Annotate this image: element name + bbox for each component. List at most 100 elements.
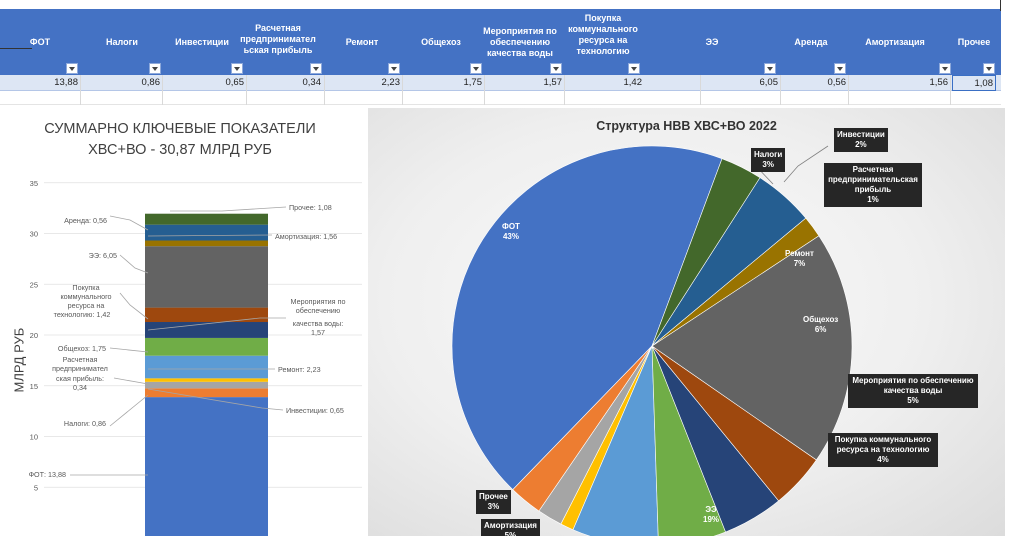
bar-segment[interactable] — [145, 397, 268, 536]
slice-label-remont: Ремонт 7% — [785, 249, 814, 268]
y-tick-label: 30 — [30, 230, 38, 239]
slice-label-investicii: Инвестиции 2% — [834, 128, 888, 152]
filter-dropdown-icon[interactable] — [310, 63, 322, 74]
label-raschetnaya-3: ская прибыль: — [56, 374, 104, 383]
header-raschetnaya-pribyl[interactable]: Расчетная предпринимател ьская прибыль — [238, 9, 318, 75]
leader-line — [170, 206, 287, 212]
header-ee[interactable]: ЭЭ — [692, 9, 732, 75]
leader-line — [113, 377, 149, 385]
label-pokupka-4: технологию: 1,42 — [54, 310, 111, 319]
cell-remont[interactable]: 2,23 — [324, 75, 401, 91]
bar-segment[interactable] — [145, 240, 268, 247]
header-nalogi[interactable]: Налоги — [96, 9, 148, 75]
cell-pokupka[interactable]: 1,42 — [564, 75, 643, 91]
bar-segment[interactable] — [145, 337, 268, 356]
label-raschetnaya-1: Расчетная — [63, 355, 98, 364]
bar-segment[interactable] — [145, 388, 268, 398]
label-nalogi: Налоги: 0,86 — [64, 419, 106, 428]
header-amortizaciya[interactable]: Амортизация — [858, 9, 932, 75]
label-amortizaciya: Амортизация: 1,56 — [275, 232, 337, 241]
label-pokupka-1: Покупка — [72, 283, 99, 292]
gridline — [700, 75, 701, 105]
cell-arenda[interactable]: 0,56 — [780, 75, 847, 91]
label-fot: ФОТ: 13,88 — [29, 470, 66, 479]
filter-dropdown-icon[interactable] — [834, 63, 846, 74]
gridline — [80, 75, 81, 105]
leader-line — [109, 347, 149, 353]
cell-fot[interactable]: 13,88 — [0, 75, 78, 91]
filter-dropdown-icon[interactable] — [983, 63, 995, 74]
cell-obshhoz[interactable]: 1,75 — [402, 75, 483, 91]
filter-dropdown-icon[interactable] — [388, 63, 400, 74]
slice-label-prochee: Прочее 3% — [476, 490, 511, 514]
cell-meropriyatiya[interactable]: 1,57 — [484, 75, 563, 91]
label-obshhoz: Общехоз: 1,75 — [58, 344, 106, 353]
y-tick-label: 15 — [30, 382, 38, 391]
leader-line — [109, 394, 149, 427]
label-arenda: Аренда: 0,56 — [64, 216, 107, 225]
column-border-line — [1000, 0, 1001, 11]
bar-segment[interactable] — [145, 381, 268, 389]
gridline — [484, 75, 485, 105]
gridline — [324, 75, 325, 105]
table-row: 13,88 0,86 0,65 0,34 2,23 1,75 1,57 1,42… — [0, 75, 1001, 91]
header-remont[interactable]: Ремонт — [338, 9, 386, 75]
header-obshhoz[interactable]: Общехоз — [418, 9, 464, 75]
bar-segment[interactable] — [145, 307, 268, 323]
slice-label-fot: ФОТ 43% — [502, 222, 520, 241]
filter-dropdown-icon[interactable] — [149, 63, 161, 74]
gridline — [162, 75, 163, 105]
header-meropriyatiya[interactable]: Мероприятия по обеспечению качества воды — [480, 9, 560, 75]
header-fot[interactable]: ФОТ — [18, 9, 62, 75]
excel-window: ФОТ Налоги Инвестиции Расчетная предприн… — [0, 0, 1020, 536]
cell-ee[interactable]: 6,05 — [700, 75, 779, 91]
bar-segment[interactable] — [145, 246, 268, 308]
bar-segment[interactable] — [145, 322, 268, 338]
label-prochee: Прочее: 1,08 — [289, 203, 332, 212]
leader-line — [109, 215, 149, 231]
y-tick-label: 25 — [30, 280, 38, 289]
label-meropriyatiya-4: 1,57 — [311, 328, 325, 337]
label-meropriyatiya-1: Мероприятия по — [291, 297, 346, 306]
gridline — [848, 75, 849, 105]
gridline — [564, 75, 565, 105]
label-raschetnaya-2: предпринимател — [52, 364, 108, 373]
header-investicii[interactable]: Инвестиции — [172, 9, 232, 75]
cell-prochee-selected[interactable]: 1,08 — [952, 75, 996, 91]
label-remont: Ремонт: 2,23 — [278, 365, 321, 374]
filter-dropdown-icon[interactable] — [550, 63, 562, 74]
bar-chart-canvas: 5 10 15 20 25 30 35 Прочее: 1,08 Аренда: 0,56 — [29, 179, 362, 536]
filter-dropdown-icon[interactable] — [764, 63, 776, 74]
pie-chart[interactable]: Структура НВВ ХВС+ВО 2022 ФОТ 43% Налоги 3… — [368, 108, 1005, 536]
cell-nalogi[interactable]: 0,86 — [80, 75, 161, 91]
cell-raschetnaya[interactable]: 0,34 — [246, 75, 322, 91]
label-meropriyatiya-3: качества воды: — [293, 319, 343, 328]
label-raschetnaya-4: 0,34 — [73, 383, 87, 392]
bar-segment[interactable] — [145, 378, 268, 382]
label-investicii: Инвестиции: 0,65 — [286, 406, 344, 415]
y-tick-label: 20 — [30, 331, 38, 340]
leader-line — [119, 254, 149, 274]
cell-investicii[interactable]: 0,65 — [162, 75, 245, 91]
table-row-empty — [0, 91, 1001, 105]
slice-label-ee: ЭЭ 19% — [703, 505, 720, 524]
filter-dropdown-icon[interactable] — [66, 63, 78, 74]
gridline — [246, 75, 247, 105]
slice-label-pokupka: Покупка коммунального ресурса на техноло… — [828, 433, 938, 467]
gridline — [950, 75, 951, 105]
header-arenda[interactable]: Аренда — [788, 9, 834, 75]
filter-dropdown-icon[interactable] — [628, 63, 640, 74]
y-tick-label: 5 — [34, 483, 38, 492]
stacked-bar-chart[interactable]: СУММАРНО КЛЮЧЕВЫЕ ПОКАЗАТЕЛИ ХВС+ВО - 30… — [0, 108, 366, 536]
bar-segment[interactable] — [145, 213, 268, 225]
slice-label-raschetnaya: Расчетная предпринимательская прибыль 1% — [824, 163, 922, 207]
label-pokupka-3: ресурса на — [68, 301, 105, 310]
label-ee: ЭЭ: 6,05 — [89, 251, 117, 260]
leader-line — [119, 292, 149, 320]
label-meropriyatiya-2: обеспечению — [296, 306, 341, 315]
cell-amortizaciya[interactable]: 1,56 — [880, 75, 949, 91]
bar-segment[interactable] — [145, 224, 268, 241]
slice-label-meropriyatiya: Мероприятия по обеспечению качества воды… — [848, 374, 978, 408]
slice-label-nalogi: Налоги 3% — [751, 148, 786, 172]
bar-segment[interactable] — [145, 355, 268, 379]
